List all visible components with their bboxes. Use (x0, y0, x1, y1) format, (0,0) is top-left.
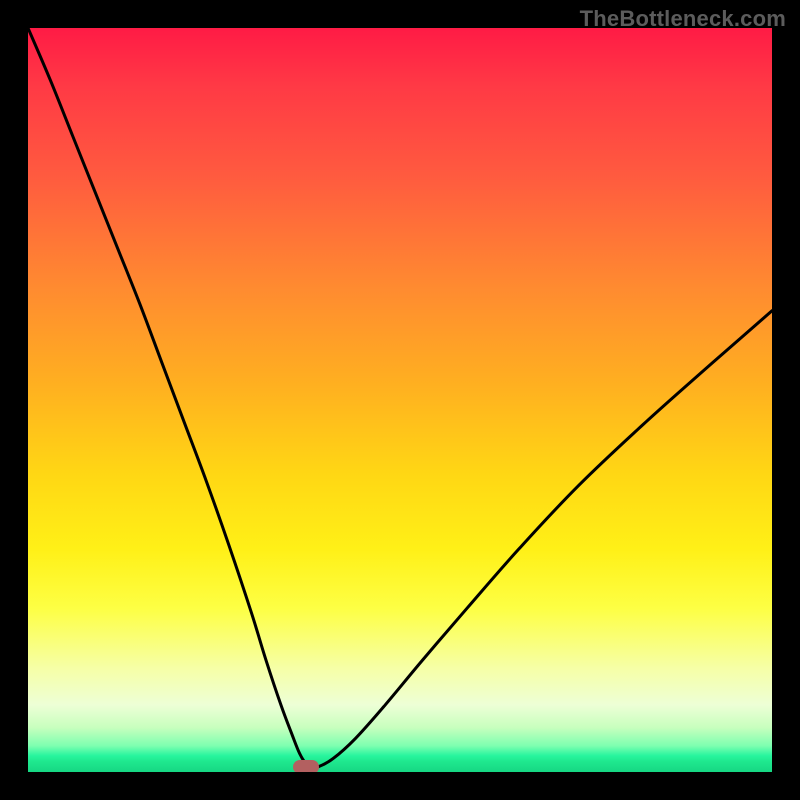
bottleneck-curve (28, 28, 772, 768)
watermark-text: TheBottleneck.com (580, 6, 786, 32)
chart-frame: TheBottleneck.com (0, 0, 800, 800)
curve-svg (28, 28, 772, 772)
optimal-point-marker (293, 760, 319, 772)
plot-area (28, 28, 772, 772)
